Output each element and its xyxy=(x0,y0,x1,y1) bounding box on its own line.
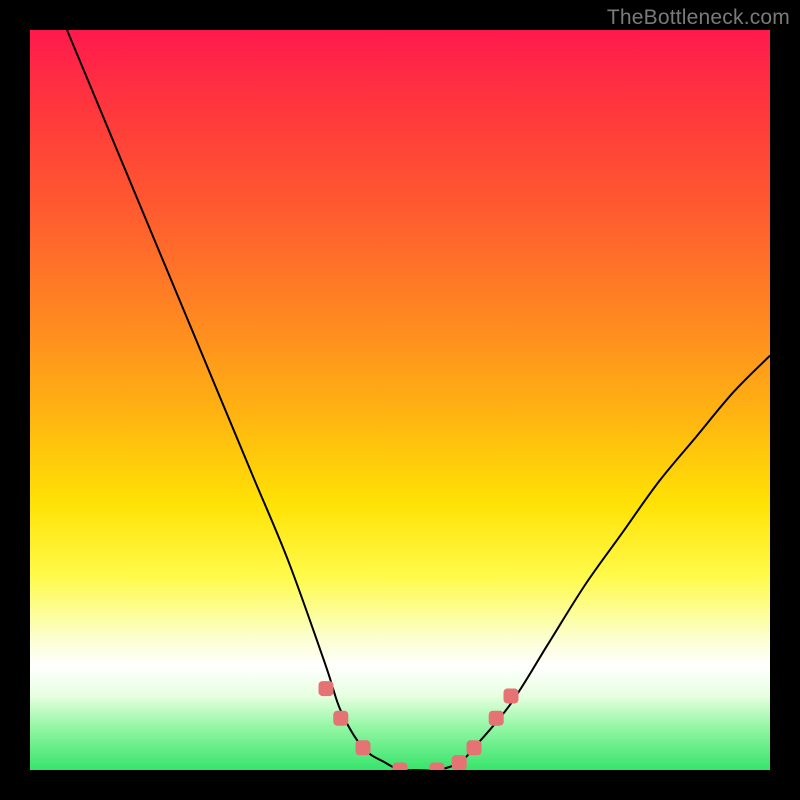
plot-area xyxy=(30,30,770,770)
curve-marker xyxy=(393,763,408,771)
bottleneck-curve-svg xyxy=(30,30,770,770)
bottleneck-curve xyxy=(67,30,770,770)
curve-marker xyxy=(319,681,334,696)
watermark-text: TheBottleneck.com xyxy=(607,6,790,30)
curve-marker xyxy=(504,689,519,704)
curve-marker xyxy=(467,740,482,755)
chart-frame: TheBottleneck.com xyxy=(0,0,800,800)
curve-marker xyxy=(452,755,467,770)
curve-marker xyxy=(333,711,348,726)
curve-marker xyxy=(356,740,371,755)
curve-marker xyxy=(489,711,504,726)
curve-marker xyxy=(430,763,445,771)
